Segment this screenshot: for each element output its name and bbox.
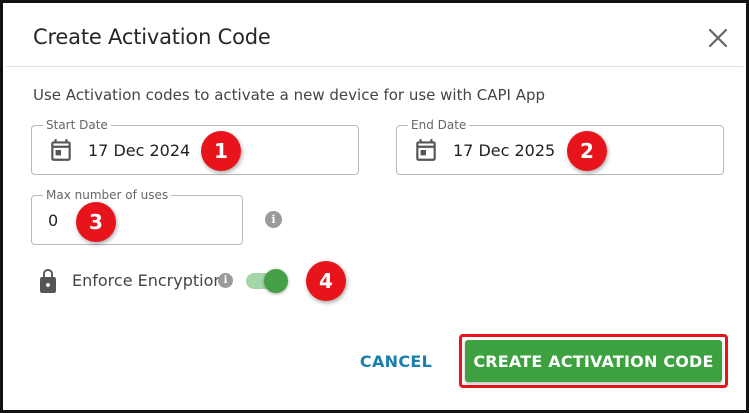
annotation-badge-1: 1 bbox=[201, 131, 241, 171]
create-activation-code-dialog: Create Activation Code Use Activation co… bbox=[0, 0, 749, 413]
start-date-field[interactable]: Start Date 17 Dec 2024 bbox=[31, 117, 359, 175]
lock-icon bbox=[40, 269, 56, 293]
start-date-label: Start Date bbox=[43, 117, 111, 133]
annotation-badge-3: 3 bbox=[76, 202, 116, 242]
annotation-badge-4: 4 bbox=[306, 261, 346, 301]
max-uses-field[interactable]: Max number of uses 0 bbox=[31, 187, 243, 245]
dialog-title: Create Activation Code bbox=[33, 25, 271, 49]
create-activation-code-button[interactable]: CREATE ACTIVATION CODE bbox=[465, 340, 722, 382]
max-uses-info-icon[interactable]: i bbox=[265, 211, 282, 228]
enforce-encryption-label: Enforce Encryption bbox=[72, 271, 224, 290]
max-uses-value: 0 bbox=[48, 211, 59, 230]
annotation-badge-2: 2 bbox=[567, 131, 607, 171]
cancel-button[interactable]: CANCEL bbox=[353, 341, 439, 381]
calendar-icon[interactable] bbox=[48, 137, 74, 163]
toggle-thumb bbox=[264, 269, 288, 293]
end-date-value: 17 Dec 2025 bbox=[453, 141, 556, 160]
close-button[interactable] bbox=[704, 24, 732, 52]
dialog-description: Use Activation codes to activate a new d… bbox=[33, 86, 546, 104]
enforce-encryption-toggle[interactable] bbox=[244, 269, 290, 293]
max-uses-label: Max number of uses bbox=[43, 187, 172, 203]
end-date-label: End Date bbox=[408, 117, 470, 133]
header-divider bbox=[6, 66, 743, 67]
end-date-field[interactable]: End Date 17 Dec 2025 bbox=[396, 117, 724, 175]
start-date-value: 17 Dec 2024 bbox=[88, 141, 191, 160]
close-icon bbox=[708, 28, 728, 48]
calendar-icon[interactable] bbox=[413, 137, 439, 163]
encryption-info-icon[interactable]: i bbox=[218, 273, 233, 288]
